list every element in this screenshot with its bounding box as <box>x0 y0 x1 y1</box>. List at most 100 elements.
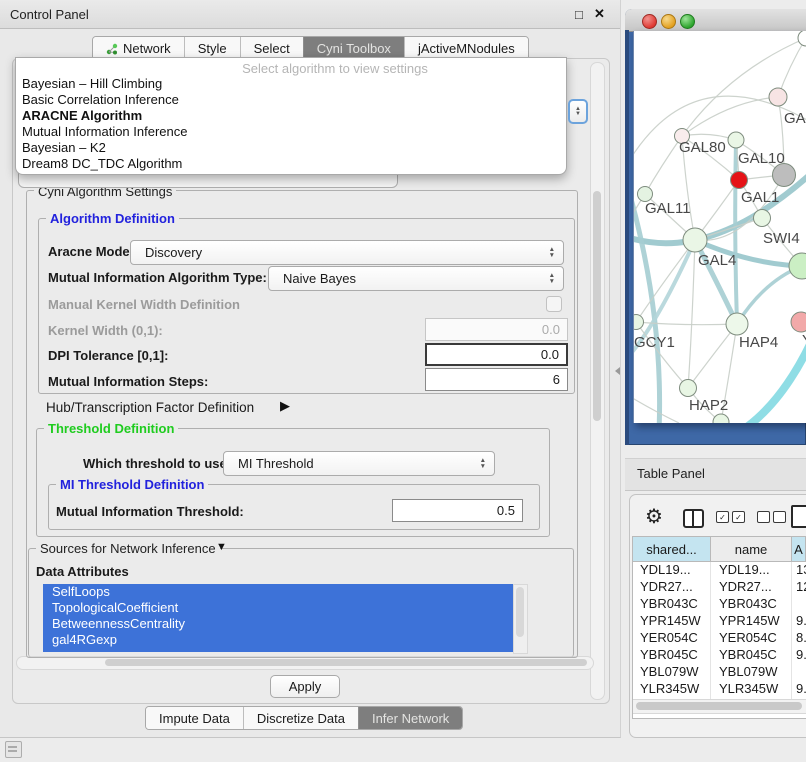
document-icon[interactable] <box>791 505 806 528</box>
kernel-width-field[interactable]: 0.0 <box>425 318 568 341</box>
network-node[interactable] <box>713 414 729 423</box>
dpi-tolerance-field[interactable]: 0.0 <box>425 343 568 366</box>
dropdown-item-basic-correlation-inference[interactable]: Basic Correlation Inference <box>22 92 179 107</box>
table-cell[interactable]: 9. <box>792 647 806 664</box>
table-cell[interactable]: YER054C <box>711 630 792 647</box>
network-node[interactable] <box>731 172 748 189</box>
network-node[interactable] <box>754 210 771 227</box>
manual-kernel-checkbox[interactable] <box>546 296 562 312</box>
table-cell[interactable]: 9. <box>792 613 806 630</box>
attributes-list-scrollbar-thumb[interactable] <box>516 587 524 637</box>
table-cell[interactable]: 8. <box>792 630 806 647</box>
dropdown-item-bayesian-k2[interactable]: Bayesian – K2 <box>22 140 106 155</box>
table-cell[interactable]: 13 <box>792 562 806 579</box>
aracne-mode-combo[interactable]: Discovery ▲▼ <box>130 240 564 265</box>
close-window-icon[interactable]: ✕ <box>594 6 605 22</box>
network-canvas[interactable]: GALGAL80GAL10GAL1GAL11SWI4GAL4GCY1HAP4YH… <box>633 31 806 423</box>
column-header-shared[interactable]: shared... <box>633 537 711 562</box>
column-header-a[interactable]: A <box>792 537 806 562</box>
table-row[interactable]: YBR045CYBR045C9. <box>633 647 806 664</box>
table-cell[interactable]: YPR145W <box>711 613 792 630</box>
network-node[interactable] <box>798 31 806 46</box>
network-node[interactable] <box>769 88 787 106</box>
table-row[interactable]: YLR345WYLR345W9. <box>633 681 806 698</box>
table-row[interactable]: YBR043CYBR043C <box>633 596 806 613</box>
panel-vertical-scrollbar-thumb[interactable] <box>593 191 601 421</box>
table-cell[interactable]: YDR27... <box>633 579 711 596</box>
apply-button[interactable]: Apply <box>270 675 340 698</box>
splitter-collapse-icon[interactable] <box>615 367 620 375</box>
tab-label: Discretize Data <box>257 707 345 730</box>
table-cell[interactable]: YLR345W <box>711 681 792 698</box>
bottom-tab-impute-data[interactable]: Impute Data <box>146 707 243 729</box>
network-node[interactable] <box>791 312 806 332</box>
close-traffic-light-icon[interactable] <box>642 14 657 29</box>
dropdown-item-aracne-algorithm[interactable]: ARACNE Algorithm <box>22 108 142 123</box>
network-node[interactable] <box>634 315 644 330</box>
bottom-tab-discretize-data[interactable]: Discretize Data <box>243 707 358 729</box>
panel-horizontal-scrollbar-thumb[interactable] <box>105 659 587 666</box>
table-cell[interactable]: YLR345W <box>633 681 711 698</box>
attribute-item-selfloops[interactable]: SelfLoops <box>43 584 513 600</box>
control-panel-window: Control Panel □ ✕ NetworkStyleSelectCyni… <box>0 0 621 738</box>
algorithm-combo-arrow-button[interactable]: ▲▼ <box>568 99 588 124</box>
mi-steps-field[interactable]: 6 <box>425 368 568 391</box>
attribute-item-topologicalcoefficient[interactable]: TopologicalCoefficient <box>43 600 513 616</box>
collapsed-panel-icon[interactable] <box>5 741 22 758</box>
mi-threshold-field[interactable]: 0.5 <box>392 499 523 522</box>
panel-vertical-scrollbar[interactable] <box>590 62 605 700</box>
mi-type-combo[interactable]: Naive Bayes ▲▼ <box>268 266 564 291</box>
minimize-traffic-light-icon[interactable] <box>661 14 676 29</box>
table-cell[interactable]: YPR145W <box>633 613 711 630</box>
network-node[interactable] <box>683 228 707 252</box>
panel-horizontal-scrollbar[interactable] <box>16 656 594 670</box>
zoom-traffic-light-icon[interactable] <box>680 14 695 29</box>
table-cell[interactable] <box>792 664 806 681</box>
deselect-all-columns-icon[interactable] <box>757 511 786 523</box>
network-node[interactable] <box>726 313 748 335</box>
bottom-tab-infer-network[interactable]: Infer Network <box>358 707 462 729</box>
table-row[interactable]: YDL19...YDL19...13 <box>633 562 806 579</box>
network-node[interactable] <box>789 253 806 279</box>
table-cell[interactable]: YBL079W <box>633 664 711 681</box>
dropdown-item-bayesian-hill-climbing[interactable]: Bayesian – Hill Climbing <box>22 76 162 91</box>
hub-definition-label[interactable]: Hub/Transcription Factor Definition <box>46 400 254 415</box>
table-cell[interactable]: YDL19... <box>711 562 792 579</box>
table-cell[interactable]: YBR043C <box>711 596 792 613</box>
table-horizontal-scrollbar-thumb[interactable] <box>636 702 802 710</box>
table-row[interactable]: YBL079WYBL079W <box>633 664 806 681</box>
table-cell[interactable]: YBR045C <box>711 647 792 664</box>
sources-title[interactable]: Sources for Network Inference <box>36 541 220 556</box>
dropdown-item-dream8-dc-tdc-algorithm[interactable]: Dream8 DC_TDC Algorithm <box>22 156 182 171</box>
sources-collapse-icon[interactable]: ▼ <box>216 541 227 553</box>
column-layout-icon[interactable] <box>683 509 704 528</box>
dropdown-item-mutual-information-inference[interactable]: Mutual Information Inference <box>22 124 187 139</box>
table-cell[interactable]: YDL19... <box>633 562 711 579</box>
table-cell[interactable]: YBR043C <box>633 596 711 613</box>
network-edge <box>688 324 737 388</box>
column-header-name[interactable]: name <box>711 537 792 562</box>
attribute-item-betweennesscentrality[interactable]: BetweennessCentrality <box>43 616 513 632</box>
table-row[interactable]: YDR27...YDR27...12 <box>633 579 806 596</box>
network-node[interactable] <box>728 132 744 148</box>
attributes-list-scrollbar[interactable] <box>513 584 528 654</box>
which-threshold-combo[interactable]: MI Threshold ▲▼ <box>223 451 495 476</box>
attribute-item-gal4rgexp[interactable]: gal4RGexp <box>43 632 513 648</box>
table-cell[interactable]: 9. <box>792 681 806 698</box>
table-horizontal-scrollbar[interactable] <box>633 699 806 714</box>
table-cell[interactable]: YDR27... <box>711 579 792 596</box>
table-row[interactable]: YPR145WYPR145W9. <box>633 613 806 630</box>
hub-expand-icon[interactable]: ▶ <box>280 398 290 414</box>
mi-threshold-value: 0.5 <box>497 503 515 518</box>
data-attributes-list[interactable]: SelfLoopsTopologicalCoefficientBetweenne… <box>43 584 513 652</box>
table-cell[interactable]: YBR045C <box>633 647 711 664</box>
network-node[interactable] <box>680 380 697 397</box>
table-row[interactable]: YER054CYER054C8. <box>633 630 806 647</box>
table-cell[interactable] <box>792 596 806 613</box>
table-cell[interactable]: YER054C <box>633 630 711 647</box>
gear-icon[interactable]: ⚙ <box>645 504 663 529</box>
table-cell[interactable]: 12 <box>792 579 806 596</box>
table-cell[interactable]: YBL079W <box>711 664 792 681</box>
select-all-columns-icon[interactable]: ✓✓ <box>716 511 745 523</box>
float-window-icon[interactable]: □ <box>575 7 583 22</box>
